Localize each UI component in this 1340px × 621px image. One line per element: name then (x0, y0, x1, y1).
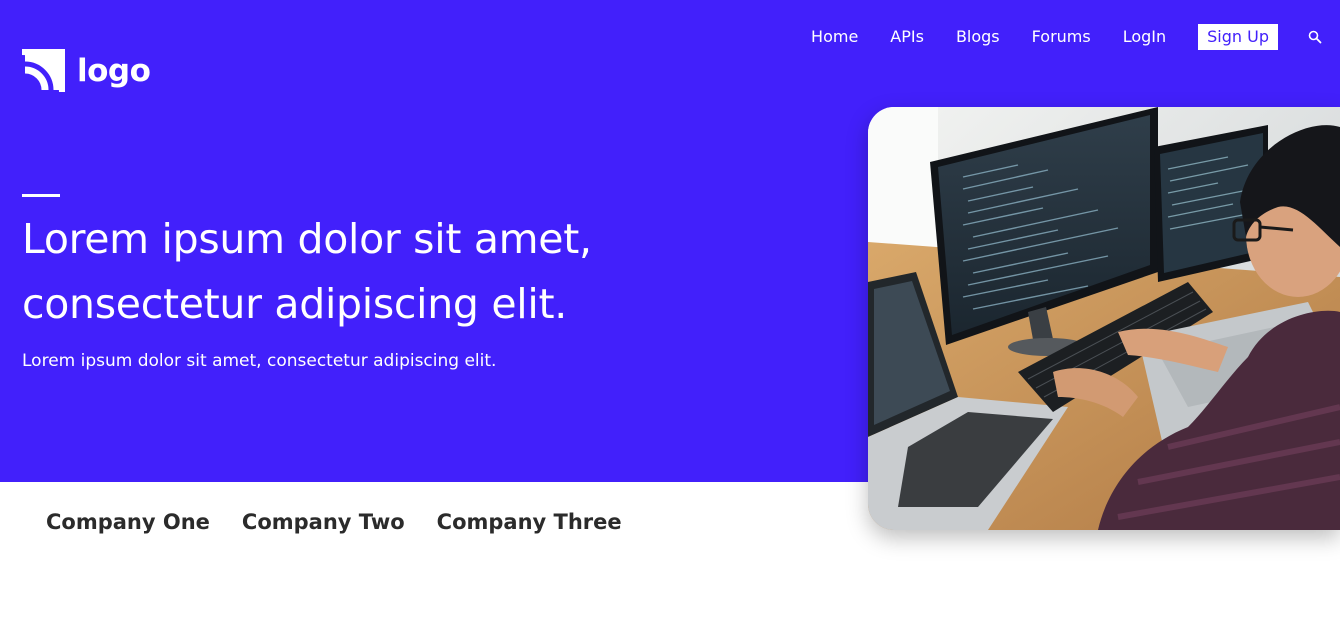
nav-item-home[interactable]: Home (811, 24, 858, 50)
signup-button[interactable]: Sign Up (1198, 24, 1278, 50)
company-logos: Company One Company Two Company Three (46, 508, 654, 536)
logo[interactable]: logo (22, 49, 151, 93)
search-icon[interactable] (1308, 30, 1322, 44)
hero-image (868, 107, 1340, 530)
nav-item-login[interactable]: LogIn (1123, 24, 1166, 50)
logo-text: logo (77, 52, 151, 89)
headline-accent-bar (22, 194, 60, 197)
nav-item-forums[interactable]: Forums (1032, 24, 1091, 50)
main-nav: Home APIs Blogs Forums LogIn Sign Up (811, 24, 1322, 50)
hero-subtext: Lorem ipsum dolor sit amet, consectetur … (22, 351, 497, 371)
company-three: Company Three (436, 510, 622, 534)
nav-item-blogs[interactable]: Blogs (956, 24, 1000, 50)
logo-icon (22, 49, 65, 92)
developer-at-computer-photo (868, 107, 1340, 530)
hero-headline: Lorem ipsum dolor sit amet, consectetur … (22, 215, 592, 328)
nav-item-apis[interactable]: APIs (890, 24, 924, 50)
company-two: Company Two (241, 510, 405, 534)
company-one: Company One (46, 510, 210, 534)
